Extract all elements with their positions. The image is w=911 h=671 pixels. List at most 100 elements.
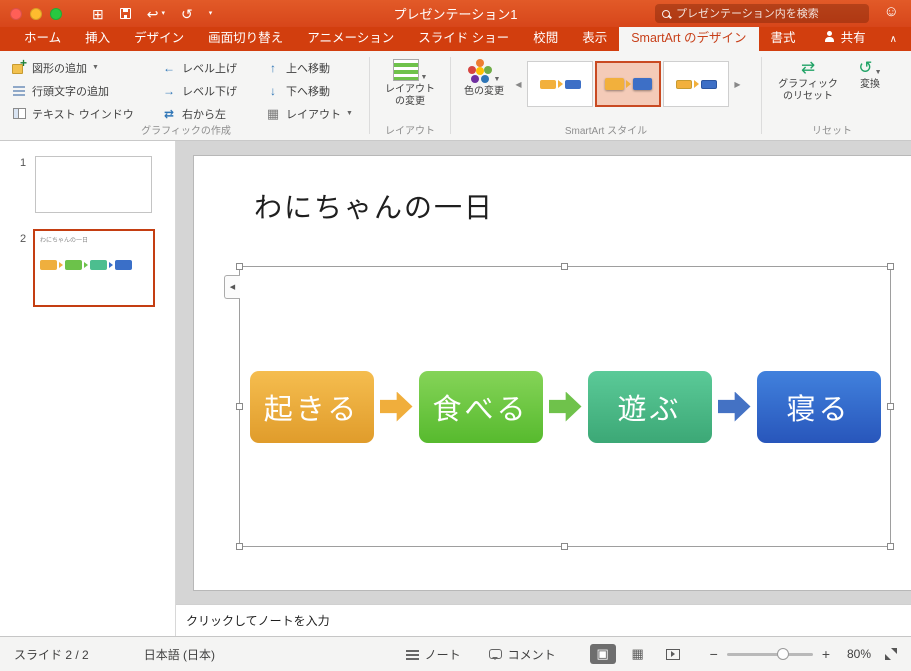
add-bullet-icon <box>13 85 25 96</box>
chevron-down-icon: ▼ <box>420 74 428 81</box>
add-bullet-label: 行頭文字の追加 <box>32 85 109 98</box>
process-arrow-icon[interactable] <box>548 391 582 422</box>
notes-placeholder: クリックしてノートを入力 <box>186 614 330 628</box>
create-col-1: 図形の追加 ▼ 行頭文字の追加 テキスト ウインドウ <box>8 56 158 125</box>
change-layout-button[interactable]: ▼ レイアウトの変更 <box>377 56 443 108</box>
demote-icon: → <box>163 83 175 98</box>
process-arrow-icon[interactable] <box>379 391 413 422</box>
smartart-process-row: 起きる 食べる 遊ぶ 寝る <box>240 267 890 546</box>
create-graphic-columns: 図形の追加 ▼ 行頭文字の追加 テキスト ウインドウ ← レ <box>8 56 364 125</box>
slide-2-editing-surface[interactable]: わにちゃんの一日 ◀ 起きる 食べる 遊ぶ 寝る <box>193 155 911 591</box>
collapse-ribbon-icon[interactable]: ∧ <box>876 30 911 51</box>
move-up-icon: ↑ <box>270 60 276 75</box>
powerpoint-window: ⊞ ↩▾ ↺ ▾ プレゼンテーション1 ☺ ホーム 挿入 デザイン 画面切り替え… <box>0 0 911 671</box>
search-input[interactable] <box>676 7 862 20</box>
smartart-style-thumb-1[interactable] <box>527 61 593 107</box>
slide-sorter-view-button[interactable]: ▦ <box>625 644 651 664</box>
smartart-shape-eat[interactable]: 食べる <box>418 370 543 443</box>
ribbon: 図形の追加 ▼ 行頭文字の追加 テキスト ウインドウ ← レ <box>0 51 911 141</box>
ribbon-tabbar: ホーム 挿入 デザイン 画面切り替え アニメーション スライド ショー 校閲 表… <box>0 22 911 51</box>
layout-group-label: レイアウト <box>385 126 435 137</box>
convert-button[interactable]: ↺ ▼ 変換 <box>849 56 891 91</box>
move-up-button[interactable]: ↑ 上へ移動 <box>262 56 358 79</box>
right-to-left-label: 右から左 <box>182 108 226 121</box>
create-graphic-group-label: グラフィックの作成 <box>141 126 231 137</box>
layout-icon: ▦ <box>266 105 280 121</box>
demote-label: レベル下げ <box>182 85 237 98</box>
style-thumb-arrow-icon <box>625 80 631 88</box>
add-bullet-button[interactable]: 行頭文字の追加 <box>8 79 158 102</box>
move-down-label: 下へ移動 <box>286 85 330 98</box>
style-thumb-shape <box>604 78 624 90</box>
zoom-in-button[interactable]: + <box>822 647 830 661</box>
quick-access-toolbar: ⊞ ↩ ▾ ↺ ▾ <box>92 7 212 21</box>
editor-column: わにちゃんの一日 ◀ 起きる 食べる 遊ぶ 寝る クリックしてノートを入力 <box>176 141 911 636</box>
thumbnail-smartart <box>40 260 148 270</box>
thumbnail-arrow-icon <box>84 262 88 268</box>
toolbar-options-button[interactable]: ▾ <box>209 10 213 17</box>
text-pane-toggle[interactable]: ◀ <box>224 275 240 299</box>
slide-thumbnail-panel: 1 2 わにちゃんの一日 <box>0 141 176 636</box>
gallery-prev-button[interactable]: ◀ <box>512 61 525 107</box>
apps-grid-icon[interactable]: ⊞ <box>92 7 104 21</box>
gallery-next-button[interactable]: ▶ <box>731 61 744 107</box>
promote-button[interactable]: ← レベル上げ <box>158 56 262 79</box>
group-separator <box>761 57 762 134</box>
smartart-shape-wake-up[interactable]: 起きる <box>249 370 374 443</box>
comments-toggle-button[interactable]: コメント <box>488 646 556 663</box>
demote-button[interactable]: → レベル下げ <box>158 79 262 102</box>
main-area: 1 2 わにちゃんの一日 わにちゃんの一日 ◀ 起きる 食べる 遊ぶ 寝る クリ… <box>0 141 911 636</box>
add-shape-button[interactable]: 図形の追加 ▼ <box>8 56 158 79</box>
change-colors-button[interactable]: ▼ 色の変更 <box>456 56 512 98</box>
chevron-down-icon: ▼ <box>874 69 882 76</box>
smartart-style-thumb-3[interactable] <box>663 61 729 107</box>
zoom-window-button[interactable] <box>50 7 62 20</box>
close-window-button[interactable] <box>10 7 22 20</box>
change-layout-icon <box>392 59 419 81</box>
reset-graphic-button[interactable]: ⇄ グラフィックのリセット <box>773 56 843 103</box>
chevron-down-icon: ▾ <box>208 10 213 17</box>
smartart-shape-play[interactable]: 遊ぶ <box>587 370 712 443</box>
search-box[interactable] <box>655 4 869 23</box>
chevron-down-icon: ▼ <box>92 64 99 71</box>
search-icon <box>662 9 670 18</box>
slide-2-thumbnail-selected[interactable]: わにちゃんの一日 <box>33 229 155 307</box>
notes-pane[interactable]: クリックしてノートを入力 <box>176 604 911 636</box>
zoom-percentage[interactable]: 80% <box>839 647 871 661</box>
share-button[interactable]: 共有 <box>814 23 876 51</box>
smartart-shape-sleep[interactable]: 寝る <box>756 370 881 443</box>
slideshow-view-button[interactable] <box>660 644 686 664</box>
zoom-out-button[interactable]: − <box>710 647 718 661</box>
smartart-selection-frame[interactable]: ◀ 起きる 食べる 遊ぶ 寝る <box>224 263 894 550</box>
right-to-left-icon: ⇄ <box>163 106 175 121</box>
feedback-smiley-icon[interactable]: ☺ <box>884 4 899 19</box>
save-button[interactable] <box>119 8 131 19</box>
slide-title-text[interactable]: わにちゃんの一日 <box>254 186 494 226</box>
fullscreen-expand-icon[interactable] <box>885 648 897 660</box>
view-switcher: ▣ ▦ <box>589 644 686 664</box>
normal-view-button[interactable]: ▣ <box>589 644 616 664</box>
share-label: 共有 <box>840 31 866 45</box>
process-arrow-icon[interactable] <box>717 391 751 422</box>
move-down-button[interactable]: ↓ 下へ移動 <box>262 79 358 102</box>
redo-button[interactable]: ↺ <box>181 7 193 21</box>
zoom-slider[interactable] <box>726 647 813 660</box>
move-up-label: 上へ移動 <box>286 62 330 75</box>
thumbnail-shape <box>115 260 132 270</box>
share-person-icon <box>824 31 835 42</box>
slide-1-thumbnail[interactable] <box>35 156 152 213</box>
convert-icon: ↺ <box>858 58 873 77</box>
text-pane-icon <box>12 108 26 119</box>
language-button[interactable]: 日本語 (日本) <box>144 646 215 663</box>
style-thumb-arrow-icon <box>693 80 699 88</box>
style-thumb-shape <box>539 79 556 89</box>
chevron-down-icon: ▼ <box>493 76 501 83</box>
notes-icon <box>405 649 419 660</box>
reset-group-label: リセット <box>812 126 852 137</box>
undo-button[interactable]: ↩ ▾ <box>147 7 165 21</box>
notes-toggle-button[interactable]: ノート <box>405 646 461 663</box>
layout-label: レイアウト <box>286 108 341 121</box>
minimize-window-button[interactable] <box>30 7 42 20</box>
smartart-style-thumb-2-selected[interactable] <box>595 61 661 107</box>
zoom-slider-thumb[interactable] <box>776 647 789 660</box>
